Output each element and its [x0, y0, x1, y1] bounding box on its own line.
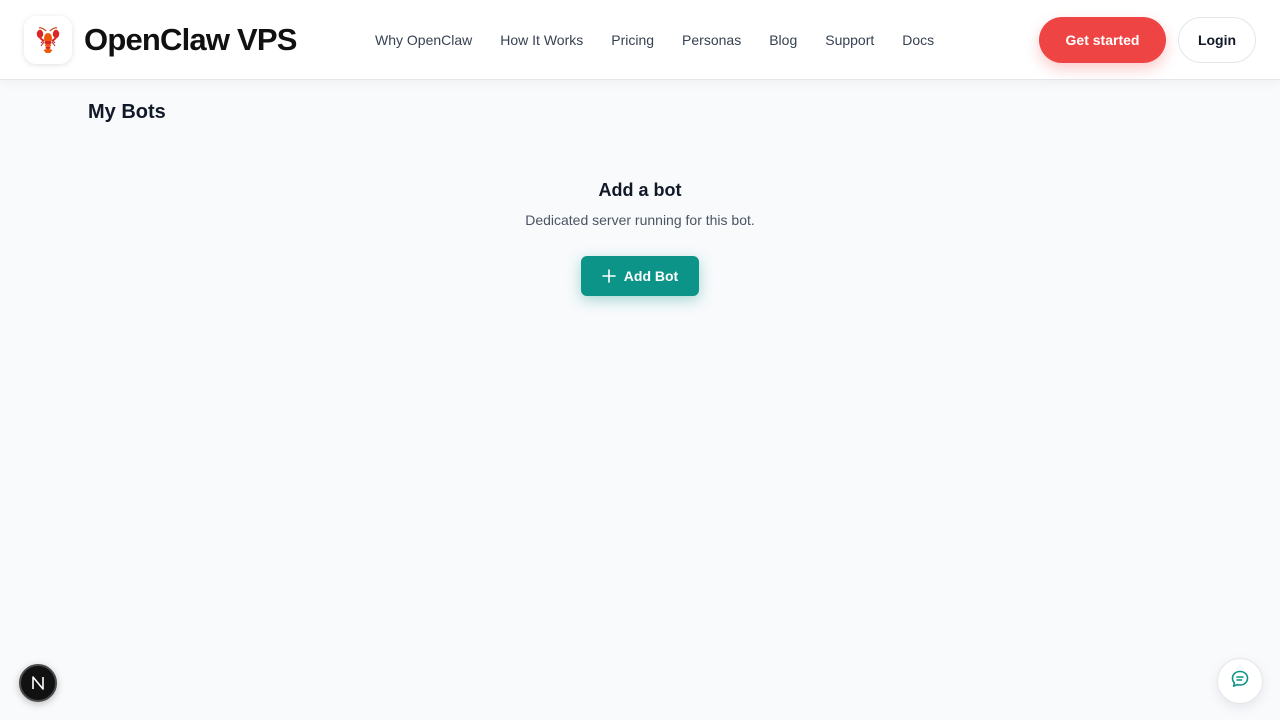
plus-icon — [601, 269, 616, 283]
nav-link-pricing[interactable]: Pricing — [597, 28, 668, 52]
login-button[interactable]: Login — [1178, 17, 1256, 63]
nav-link-how-it-works[interactable]: How It Works — [486, 28, 597, 52]
n-logo-icon[interactable] — [19, 664, 57, 702]
chat-button[interactable] — [1217, 658, 1263, 704]
add-bot-button[interactable]: Add Bot — [581, 256, 699, 296]
site-header: OpenClaw VPS Why OpenClaw How It Works P… — [0, 0, 1280, 80]
add-bot-label: Add Bot — [623, 268, 679, 284]
chat-bubble-icon — [1230, 669, 1250, 694]
brand-name: OpenClaw VPS — [84, 22, 297, 57]
empty-state-description: Dedicated server running for this bot. — [525, 212, 755, 228]
lobster-icon — [24, 16, 72, 64]
page-title: My Bots — [88, 101, 166, 123]
nav-link-blog[interactable]: Blog — [755, 28, 811, 52]
brand-link[interactable]: OpenClaw VPS — [24, 16, 297, 64]
nav-link-support[interactable]: Support — [811, 28, 888, 52]
nav-link-personas[interactable]: Personas — [668, 28, 755, 52]
nav-link-why-openclaw[interactable]: Why OpenClaw — [361, 28, 486, 52]
empty-state-title: Add a bot — [598, 180, 682, 200]
nav-link-docs[interactable]: Docs — [888, 28, 948, 52]
empty-state: Add a bot Dedicated server running for t… — [440, 178, 840, 229]
main-nav: Why OpenClaw How It Works Pricing Person… — [361, 28, 948, 52]
get-started-button[interactable]: Get started — [1039, 17, 1166, 63]
